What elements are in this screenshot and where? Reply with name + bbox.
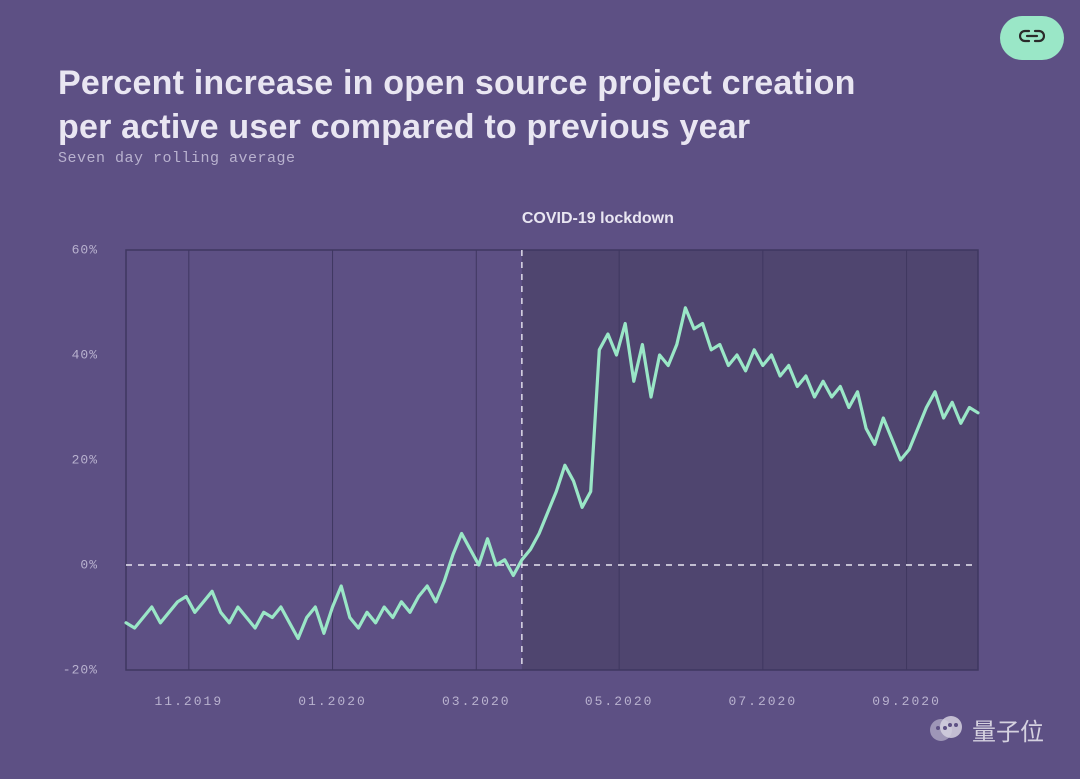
y-tick-label: 40% [58, 348, 98, 363]
y-tick-label: 60% [58, 243, 98, 258]
y-tick-label: -20% [58, 663, 98, 678]
chart-title: Percent increase in open source project … [58, 62, 918, 149]
watermark: 量子位 [930, 712, 1044, 747]
x-tick-label: 07.2020 [729, 694, 798, 709]
link-icon [1019, 27, 1045, 50]
x-tick-label: 11.2019 [155, 694, 224, 709]
x-tick-label: 03.2020 [442, 694, 511, 709]
line-chart [58, 200, 1022, 740]
x-tick-label: 05.2020 [585, 694, 654, 709]
x-tick-label: 01.2020 [298, 694, 367, 709]
watermark-text: 量子位 [972, 712, 1044, 747]
chart-area: -20% 0% 20% 40% 60% 11.2019 01.2020 03.2020 05.2… [58, 200, 1022, 740]
chart-subtitle: Seven day rolling average [58, 150, 296, 167]
lockdown-annotation: COVID-19 lockdown [522, 210, 674, 228]
y-tick-label: 20% [58, 453, 98, 468]
wechat-icon [930, 716, 964, 744]
permalink-button[interactable] [1000, 16, 1064, 60]
y-tick-label: 0% [58, 558, 98, 573]
x-tick-label: 09.2020 [872, 694, 941, 709]
